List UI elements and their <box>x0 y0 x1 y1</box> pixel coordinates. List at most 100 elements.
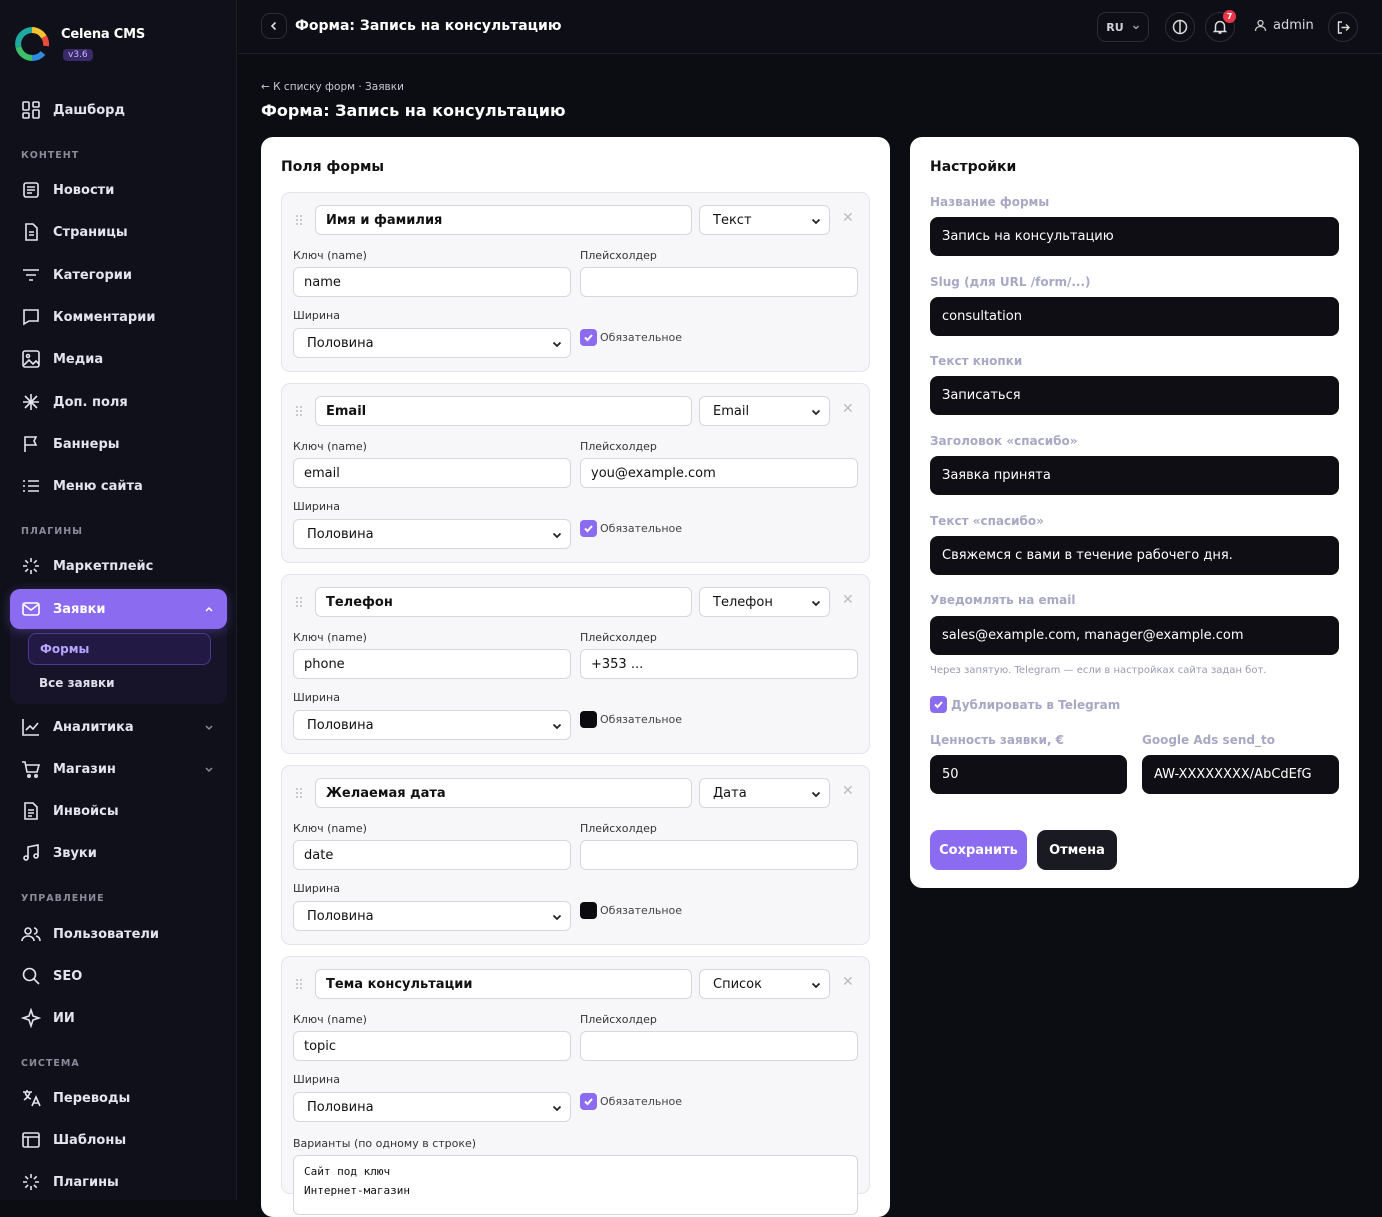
sidebar-item-pages[interactable]: Страницы <box>10 212 227 252</box>
field-width-select[interactable]: Половина <box>293 1092 571 1122</box>
value-input[interactable]: 50 <box>930 755 1127 794</box>
sidebar-item-requests[interactable]: Заявки <box>10 589 227 629</box>
remove-field-button[interactable]: ✕ <box>842 592 854 608</box>
sidebar-item-label: Магазин <box>53 761 116 777</box>
google-ads-input[interactable]: AW-XXXXXXXX/AbCdEfG <box>1142 755 1339 794</box>
sidebar-item-shop[interactable]: Магазин <box>10 749 227 789</box>
drag-handle-icon[interactable] <box>294 595 304 609</box>
remove-field-button[interactable]: ✕ <box>842 401 854 417</box>
sidebar-item-news[interactable]: Новости <box>10 170 227 210</box>
brand[interactable]: Celena CMS v3.6 <box>14 26 145 62</box>
required-checkbox[interactable]: Обязательное <box>580 1093 682 1110</box>
sidebar-item-comments[interactable]: Комментарии <box>10 297 227 337</box>
remove-field-button[interactable]: ✕ <box>842 974 854 990</box>
field-width-select[interactable]: Половина <box>293 710 571 740</box>
remove-field-button[interactable]: ✕ <box>842 210 854 226</box>
sidebar-item-templates[interactable]: Шаблоны <box>10 1120 227 1160</box>
telegram-checkbox[interactable]: Дублировать в Telegram <box>930 696 1120 713</box>
field-placeholder-input[interactable] <box>580 267 858 297</box>
asterisk-icon <box>23 394 39 410</box>
sidebar-item-invoices[interactable]: Инвойсы <box>10 791 227 831</box>
sidebar-item-sounds[interactable]: Звуки <box>10 833 227 873</box>
layout-icon <box>22 1132 40 1148</box>
field-label-input[interactable]: Желаемая дата <box>315 778 692 808</box>
language-select[interactable]: RU <box>1097 12 1149 42</box>
required-checkbox[interactable]: Обязательное <box>580 520 682 537</box>
sidebar-item-banners[interactable]: Баннеры <box>10 424 227 464</box>
checkbox-checked[interactable] <box>930 696 947 713</box>
field-placeholder-input[interactable] <box>580 840 858 870</box>
sidebar-item-menu[interactable]: Меню сайта <box>10 466 227 506</box>
thanks-title-input[interactable]: Заявка принята <box>930 456 1339 495</box>
user-menu[interactable]: admin <box>1254 18 1314 33</box>
field-width-value: Половина <box>307 335 374 351</box>
save-button[interactable]: Сохранить <box>930 830 1027 870</box>
required-checkbox[interactable]: Обязательное <box>580 902 682 919</box>
slug-input[interactable]: consultation <box>930 297 1339 336</box>
field-type-select[interactable]: Email <box>699 396 830 426</box>
sidebar-item-categories[interactable]: Категории <box>10 255 227 295</box>
button-text-input[interactable]: Записаться <box>930 376 1339 415</box>
drag-handle-icon[interactable] <box>294 977 304 991</box>
field-label-input[interactable]: Тема консультации <box>315 969 692 999</box>
logout-button[interactable] <box>1328 12 1358 42</box>
sidebar-item-seo[interactable]: SEO <box>10 956 227 996</box>
sidebar-subitem-all-requests[interactable]: Все заявки <box>28 667 211 699</box>
drag-handle-icon[interactable] <box>294 786 304 800</box>
checkbox-unchecked[interactable] <box>580 711 597 728</box>
field-key-input[interactable]: date <box>293 840 571 870</box>
sidebar-item-ai[interactable]: ИИ <box>10 998 227 1038</box>
breadcrumb[interactable]: ← К списку форм · Заявки <box>261 81 404 93</box>
field-label-input[interactable]: Телефон <box>315 587 692 617</box>
remove-field-button[interactable]: ✕ <box>842 783 854 799</box>
field-key-input[interactable]: phone <box>293 649 571 679</box>
sidebar-item-users[interactable]: Пользователи <box>10 914 227 954</box>
topbar: Форма: Запись на консультацию RU 7 admin <box>238 0 1382 54</box>
theme-toggle[interactable] <box>1165 12 1195 42</box>
field-key-input[interactable]: name <box>293 267 571 297</box>
sidebar-item-plugins[interactable]: Плагины <box>10 1162 227 1202</box>
sidebar-item-dashboard[interactable]: Дашборд <box>10 90 227 130</box>
field-label-input[interactable]: Email <box>315 396 692 426</box>
field-width-select[interactable]: Половина <box>293 901 571 931</box>
field-type-select[interactable]: Телефон <box>699 587 830 617</box>
cancel-button[interactable]: Отмена <box>1037 830 1117 870</box>
notify-email-input[interactable]: sales@example.com, manager@example.com <box>930 616 1339 655</box>
drag-handle-icon[interactable] <box>294 404 304 418</box>
field-placeholder-input[interactable] <box>580 1031 858 1061</box>
chart-icon <box>22 719 39 736</box>
checkbox-checked[interactable] <box>580 1093 597 1110</box>
field-width-select[interactable]: Половина <box>293 519 571 549</box>
sidebar-item-label: Медиа <box>53 351 104 367</box>
sidebar-item-translations[interactable]: Переводы <box>10 1078 227 1118</box>
checkbox-checked[interactable] <box>580 329 597 346</box>
sidebar-item-marketplace[interactable]: Маркетплейс <box>10 546 227 586</box>
field-type-select[interactable]: Дата <box>699 778 830 808</box>
field-key-input[interactable]: email <box>293 458 571 488</box>
field-label-input[interactable]: Имя и фамилия <box>315 205 692 235</box>
required-checkbox[interactable]: Обязательное <box>580 711 682 728</box>
field-type-value: Дата <box>713 785 747 801</box>
checkbox-unchecked[interactable] <box>580 902 597 919</box>
music-icon <box>23 844 39 861</box>
sidebar-subitem-forms[interactable]: Формы <box>28 633 211 665</box>
back-button[interactable] <box>261 13 287 39</box>
drag-handle-icon[interactable] <box>294 213 304 227</box>
sidebar-item-analytics[interactable]: Аналитика <box>10 707 227 747</box>
thanks-text-input[interactable]: Свяжемся с вами в течение рабочего дня. <box>930 536 1339 575</box>
field-type-select[interactable]: Текст <box>699 205 830 235</box>
field-width-select[interactable]: Половина <box>293 328 571 358</box>
field-placeholder-input[interactable]: +353 ... <box>580 649 858 679</box>
sidebar-item-fields[interactable]: Доп. поля <box>10 382 227 422</box>
form-name-input[interactable]: Запись на консультацию <box>930 217 1339 256</box>
checkbox-checked[interactable] <box>580 520 597 537</box>
notifications-button[interactable]: 7 <box>1205 10 1236 42</box>
sidebar-item-label: Комментарии <box>53 309 156 325</box>
check-icon <box>584 525 593 533</box>
sidebar-item-media[interactable]: Медиа <box>10 339 227 379</box>
field-key-input[interactable]: topic <box>293 1031 571 1061</box>
field-placeholder-input[interactable]: you@example.com <box>580 458 858 488</box>
required-checkbox[interactable]: Обязательное <box>580 329 682 346</box>
options-textarea[interactable]: Сайт под ключ Интернет-магазин <box>293 1155 858 1215</box>
field-type-select[interactable]: Список <box>699 969 830 999</box>
